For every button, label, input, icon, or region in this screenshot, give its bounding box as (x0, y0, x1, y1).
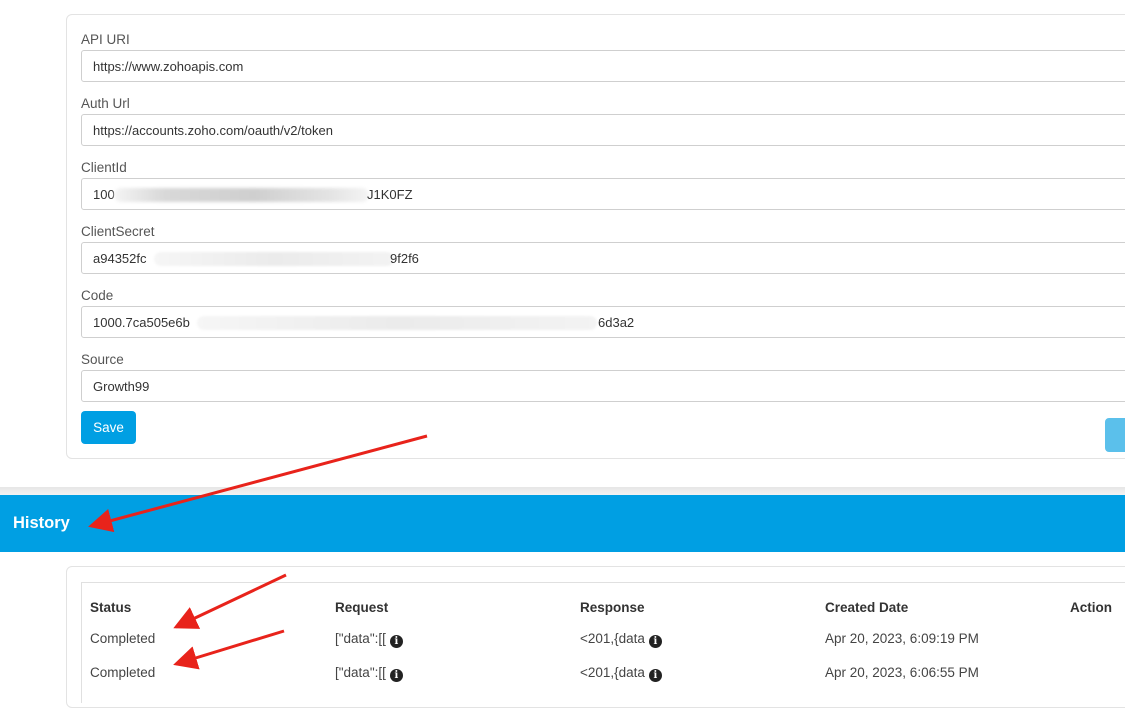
created-date-cell: Apr 20, 2023, 6:09:19 PM (825, 631, 979, 646)
column-header-created-date: Created Date (825, 600, 909, 615)
client-id-value-end: J1K0FZ (367, 187, 413, 202)
info-icon[interactable]: i (648, 635, 662, 648)
api-uri-input[interactable] (81, 50, 1125, 82)
client-id-label: ClientId (81, 160, 127, 175)
history-table: Status Request Response Created Date Act… (81, 582, 1125, 703)
column-header-response: Response (580, 600, 645, 615)
created-date-cell: Apr 20, 2023, 6:06:55 PM (825, 665, 979, 680)
status-cell: Completed (90, 631, 156, 646)
code-input[interactable]: 1000.7ca505e6b 6d3a2 (81, 306, 1125, 338)
request-cell: ["data":[[i (335, 665, 403, 682)
redaction-blur (197, 316, 597, 330)
request-text: ["data":[[ (335, 631, 386, 646)
response-cell: <201,{data i (580, 631, 662, 648)
response-text: <201,{data (580, 631, 645, 646)
response-text: <201,{data (580, 665, 645, 680)
client-secret-label: ClientSecret (81, 224, 155, 239)
column-header-action: Action (1070, 600, 1112, 615)
partial-action-button[interactable] (1105, 418, 1125, 452)
code-value-start: 1000.7ca505e6b (93, 315, 190, 330)
client-secret-input[interactable]: a94352fc 9f2f6 (81, 242, 1125, 274)
client-id-input[interactable]: 100 J1K0FZ (81, 178, 1125, 210)
column-header-request: Request (335, 600, 389, 615)
info-icon[interactable]: i (389, 669, 403, 682)
redaction-blur (114, 188, 369, 202)
credentials-form-card: API URI Auth Url ClientId 100 J1K0FZ Cli… (66, 14, 1125, 459)
auth-url-label: Auth Url (81, 96, 130, 111)
source-input[interactable] (81, 370, 1125, 402)
history-header: History (0, 495, 1125, 552)
section-divider (0, 487, 1125, 495)
info-icon[interactable]: i (648, 669, 662, 682)
request-cell: ["data":[[i (335, 631, 403, 648)
info-icon[interactable]: i (389, 635, 403, 648)
save-button[interactable]: Save (81, 411, 136, 444)
api-uri-label: API URI (81, 32, 130, 47)
auth-url-input[interactable] (81, 114, 1125, 146)
source-label: Source (81, 352, 124, 367)
request-text: ["data":[[ (335, 665, 386, 680)
client-secret-value-end: 9f2f6 (390, 251, 419, 266)
column-header-status: Status (90, 600, 132, 615)
code-value-end: 6d3a2 (598, 315, 635, 330)
code-label: Code (81, 288, 114, 303)
client-id-value-start: 100 (93, 187, 115, 202)
status-cell: Completed (90, 665, 156, 680)
history-title: History (13, 514, 70, 532)
redaction-blur (154, 252, 394, 266)
history-table-card: Status Request Response Created Date Act… (66, 566, 1125, 708)
client-secret-value-start: a94352fc (93, 251, 147, 266)
response-cell: <201,{data i (580, 665, 662, 682)
